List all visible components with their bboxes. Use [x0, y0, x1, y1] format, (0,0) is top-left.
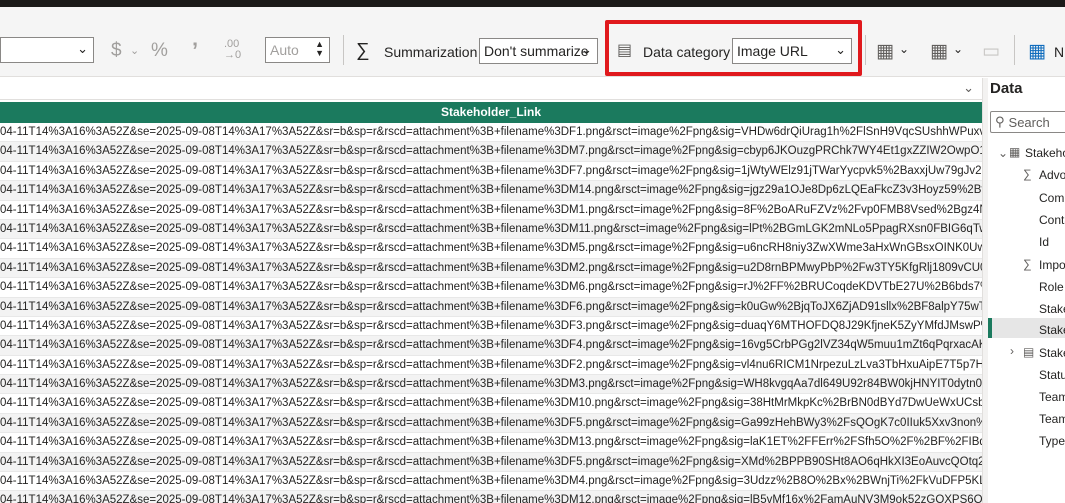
field-item[interactable]: Team: [1039, 390, 1065, 404]
summarization-dropdown[interactable]: Don't summarize ⌄: [479, 38, 598, 64]
table-row[interactable]: 04-11T14%3A16%3A52Z&se=2025-09-08T14%3A1…: [0, 472, 982, 492]
new-table-icon[interactable]: ▦: [1028, 40, 1046, 63]
sigma-icon: ∑: [1023, 257, 1032, 271]
percent-icon[interactable]: %: [151, 40, 168, 62]
sigma-icon: ∑: [1023, 167, 1032, 181]
data-pane-title: Data: [990, 80, 1023, 97]
new-table-label[interactable]: N: [1054, 44, 1064, 60]
table-row[interactable]: 04-11T14%3A16%3A52Z&se=2025-09-08T14%3A1…: [0, 394, 982, 414]
chevron-down-icon[interactable]: ⌄: [953, 42, 963, 56]
separator: [343, 35, 344, 65]
hierarchy-icon: ▤: [1023, 345, 1035, 359]
table-name[interactable]: Stakeho: [1025, 146, 1065, 160]
column-header[interactable]: Stakeholder_Link: [0, 102, 982, 123]
column-tools-ribbon: ⌄ $ ⌄ % ’ .00 →0 Auto ▲ ▼ ∑ Summarization …: [0, 7, 1065, 77]
field-item[interactable]: Stake: [1039, 346, 1065, 360]
field-item[interactable]: Advo: [1039, 168, 1065, 182]
table-row[interactable]: 04-11T14%3A16%3A52Z&se=2025-09-08T14%3A1…: [0, 278, 982, 298]
comma-style-icon[interactable]: ’: [192, 38, 198, 64]
format-dropdown[interactable]: ⌄: [0, 37, 94, 63]
field-item[interactable]: Id: [1039, 235, 1049, 249]
chevron-down-icon[interactable]: ⌄: [899, 42, 909, 56]
table-row[interactable]: 04-11T14%3A16%3A52Z&se=2025-09-08T14%3A1…: [0, 161, 982, 182]
decimal-places-icon[interactable]: .00 →0: [224, 39, 241, 61]
field-item[interactable]: Team: [1039, 412, 1065, 426]
grid-rows: 04-11T14%3A16%3A52Z&se=2025-09-08T14%3A1…: [0, 123, 982, 503]
table-row[interactable]: 04-11T14%3A16%3A52Z&se=2025-09-08T14%3A1…: [0, 258, 982, 279]
field-item[interactable]: Stake: [1039, 302, 1065, 316]
table-row[interactable]: 04-11T14%3A16%3A52Z&se=2025-09-08T14%3A1…: [0, 239, 982, 259]
sigma-icon: ∑: [356, 40, 370, 61]
table-row[interactable]: 04-11T14%3A16%3A52Z&se=2025-09-08T14%3A1…: [0, 452, 982, 473]
manage-relationships-icon[interactable]: ▭: [982, 40, 1000, 63]
field-item[interactable]: Type: [1039, 434, 1065, 448]
search-icon: ⚲: [995, 114, 1005, 129]
table-row[interactable]: 04-11T14%3A16%3A52Z&se=2025-09-08T14%3A1…: [0, 316, 982, 337]
table-row[interactable]: 04-11T14%3A16%3A52Z&se=2025-09-08T14%3A1…: [0, 413, 982, 434]
field-item[interactable]: Comp: [1039, 191, 1065, 205]
chevron-down-icon[interactable]: ⌄: [130, 44, 139, 57]
table-row[interactable]: 04-11T14%3A16%3A52Z&se=2025-09-08T14%3A1…: [0, 491, 982, 503]
chevron-down-icon: ⌄: [581, 42, 592, 57]
field-item[interactable]: Conta: [1039, 213, 1065, 227]
separator: [1014, 35, 1015, 65]
currency-icon[interactable]: $: [111, 40, 122, 62]
table-row[interactable]: 04-11T14%3A16%3A52Z&se=2025-09-08T14%3A1…: [0, 375, 982, 395]
chevron-right-icon[interactable]: ›: [1010, 344, 1014, 358]
separator: [865, 35, 866, 65]
search-input[interactable]: ⚲ Search: [990, 111, 1065, 133]
data-pane: Data ⚲ Search ⌄ ▦ Stakeho ∑ Advo Comp Co…: [988, 78, 1065, 503]
field-item-selected[interactable]: Stake: [1039, 323, 1065, 337]
table-row[interactable]: 04-11T14%3A16%3A52Z&se=2025-09-08T14%3A1…: [0, 355, 982, 376]
summarization-label: Summarization: [384, 44, 478, 60]
formula-bar[interactable]: ⌄: [0, 78, 982, 100]
field-item[interactable]: Status: [1039, 368, 1065, 382]
table-row[interactable]: 04-11T14%3A16%3A52Z&se=2025-09-08T14%3A1…: [0, 219, 982, 240]
table-row[interactable]: 04-11T14%3A16%3A52Z&se=2025-09-08T14%3A1…: [0, 142, 982, 162]
title-bar: [0, 0, 1065, 7]
table-row[interactable]: 04-11T14%3A16%3A52Z&se=2025-09-08T14%3A1…: [0, 123, 982, 143]
sort-by-column-icon[interactable]: ▦: [876, 40, 894, 63]
table-icon: ▦: [1009, 145, 1021, 159]
table-row[interactable]: 04-11T14%3A16%3A52Z&se=2025-09-08T14%3A1…: [0, 433, 982, 453]
chevron-down-icon[interactable]: ⌄: [998, 146, 1008, 160]
decimal-places-input[interactable]: Auto ▲ ▼: [265, 37, 330, 63]
chevron-down-icon: ⌄: [77, 41, 88, 56]
field-item[interactable]: Role: [1039, 280, 1064, 294]
table-row[interactable]: 04-11T14%3A16%3A52Z&se=2025-09-08T14%3A1…: [0, 181, 982, 201]
data-category-highlight: [605, 20, 862, 76]
data-groups-icon[interactable]: ▦: [930, 40, 948, 63]
data-grid: Stakeholder_Link 04-11T14%3A16%3A52Z&se=…: [0, 102, 982, 503]
chevron-down-icon[interactable]: ⌄: [963, 80, 974, 96]
table-row[interactable]: 04-11T14%3A16%3A52Z&se=2025-09-08T14%3A1…: [0, 200, 982, 220]
table-row[interactable]: 04-11T14%3A16%3A52Z&se=2025-09-08T14%3A1…: [0, 336, 982, 356]
table-row[interactable]: 04-11T14%3A16%3A52Z&se=2025-09-08T14%3A1…: [0, 297, 982, 317]
spinner-icon[interactable]: ▲ ▼: [315, 40, 324, 58]
field-item[interactable]: Impo: [1039, 258, 1065, 272]
